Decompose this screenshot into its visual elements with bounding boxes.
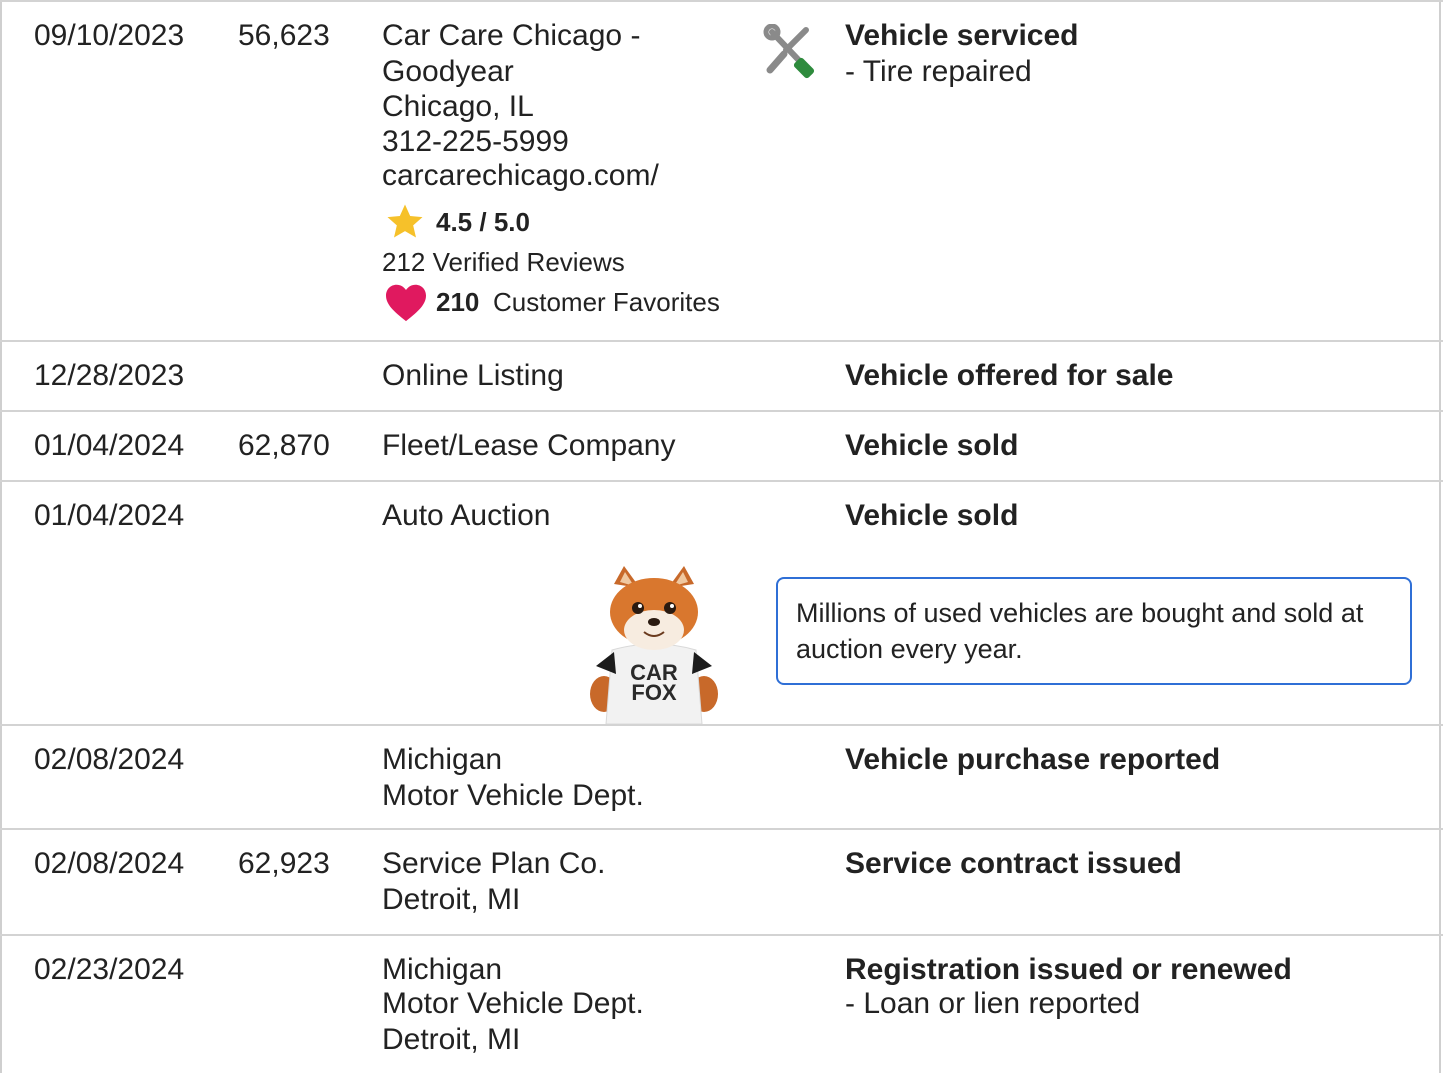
history-table	[0, 0, 1441, 1073]
row-divider	[0, 480, 1443, 482]
event-title: Vehicle sold	[845, 499, 1019, 532]
mascot-shirt-text: FOX	[631, 680, 677, 705]
event-title: Service contract issued	[845, 847, 1182, 880]
event-title: Registration issued or renewed	[845, 953, 1292, 986]
source-line: Online Listing	[382, 359, 564, 392]
row-divider	[0, 724, 1443, 726]
auction-info-callout: Millions of used vehicles are bought and…	[776, 577, 1412, 685]
source-line: Auto Auction	[382, 499, 551, 532]
event-title: Vehicle sold	[845, 429, 1019, 462]
wrench-screwdriver-icon	[763, 24, 815, 79]
record-date: 09/10/2023	[34, 19, 185, 52]
record-date: 02/23/2024	[34, 953, 185, 986]
source-line: Goodyear	[382, 55, 514, 88]
record-date: 02/08/2024	[34, 847, 185, 880]
star-icon	[387, 204, 423, 238]
row-divider	[0, 410, 1443, 412]
source-line: Car Care Chicago -	[382, 19, 641, 52]
record-mileage: 62,870	[238, 429, 330, 462]
source-line: Detroit, MI	[382, 1023, 521, 1056]
source-line: Fleet/Lease Company	[382, 429, 676, 462]
favorites-count: 210	[436, 287, 480, 317]
reviews-link[interactable]: 212 Verified Reviews	[382, 242, 625, 282]
source-line: Service Plan Co.	[382, 847, 606, 880]
favorites-label: Customer Favorites	[493, 287, 720, 317]
source-line: Motor Vehicle Dept.	[382, 987, 644, 1020]
row-divider	[0, 340, 1443, 342]
row-divider	[0, 0, 1443, 2]
source-line: Michigan	[382, 953, 503, 986]
record-date: 12/28/2023	[34, 359, 185, 392]
event-detail: - Loan or lien reported	[845, 987, 1141, 1020]
rating-value: 4.5 / 5.0	[436, 207, 530, 237]
record-date: 01/04/2024	[34, 429, 185, 462]
row-divider	[0, 934, 1443, 936]
event-detail: - Tire repaired	[845, 55, 1032, 88]
record-mileage: 56,623	[238, 19, 330, 52]
source-line: Detroit, MI	[382, 883, 521, 916]
record-date: 01/04/2024	[34, 499, 185, 532]
event-title: Vehicle serviced	[845, 19, 1079, 52]
record-mileage: 62,923	[238, 847, 330, 880]
row-divider	[0, 828, 1443, 830]
source-line: Chicago, IL	[382, 90, 534, 123]
event-title: Vehicle offered for sale	[845, 359, 1174, 392]
event-title: Vehicle purchase reported	[845, 743, 1221, 776]
record-date: 02/08/2024	[34, 743, 185, 776]
source-line: Motor Vehicle Dept.	[382, 779, 644, 812]
source-line: Michigan	[382, 743, 503, 776]
carfox-mascot: CAR FOX	[590, 566, 718, 724]
callout-text: Millions of used vehicles are bought and…	[796, 598, 1364, 664]
source-phone[interactable]: 312-225-5999	[382, 124, 569, 159]
heart-icon	[386, 284, 426, 322]
source-website-link[interactable]: carcarechicago.com/	[382, 158, 659, 193]
